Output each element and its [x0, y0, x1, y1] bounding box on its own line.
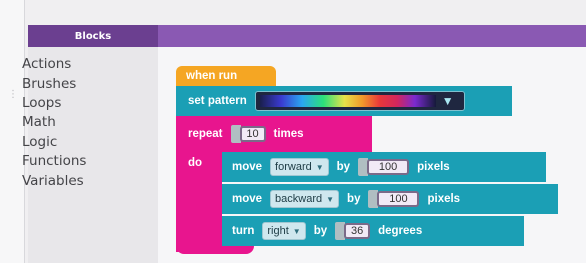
- direction-value: backward: [275, 193, 323, 205]
- rainbow-pattern-swatch: [259, 95, 436, 107]
- unit-label: pixels: [417, 161, 450, 173]
- category-functions[interactable]: Functions: [22, 153, 86, 169]
- set-pattern-label: set pattern: [188, 95, 247, 107]
- turn-direction-dropdown[interactable]: right ▼: [262, 222, 306, 240]
- move-label: move: [232, 193, 263, 205]
- chevron-down-icon: ▼: [326, 194, 335, 204]
- do-label: do: [188, 157, 203, 169]
- toolbox-header: Blocks: [28, 25, 158, 47]
- when-run-label: when run: [186, 70, 238, 82]
- repeat-block[interactable]: repeat 10 times: [176, 116, 372, 152]
- move-label: move: [232, 161, 263, 173]
- turn-label: turn: [232, 225, 255, 237]
- by-label: by: [347, 193, 361, 205]
- pattern-picker[interactable]: ▼: [254, 91, 465, 111]
- by-label: by: [336, 161, 351, 173]
- dropdown-arrow-icon: ▼: [441, 94, 454, 108]
- times-label: times: [273, 128, 304, 140]
- category-math[interactable]: Math: [22, 114, 56, 130]
- direction-value: forward: [275, 161, 312, 173]
- move-forward-block[interactable]: move forward ▼ by 100 pixels: [222, 152, 546, 182]
- set-pattern-block[interactable]: set pattern ▼: [176, 86, 512, 116]
- turn-block[interactable]: turn right ▼ by 36 degrees: [222, 216, 524, 246]
- chevron-down-icon: ▼: [315, 162, 324, 172]
- direction-value: right: [267, 225, 289, 237]
- unit-label: pixels: [427, 193, 461, 205]
- turn-angle-input[interactable]: 36: [344, 223, 371, 239]
- move-backward-block[interactable]: move backward ▼ by 100 pixels: [222, 184, 558, 214]
- resize-grip[interactable]: ⋮: [8, 90, 18, 112]
- direction-dropdown[interactable]: forward ▼: [270, 158, 329, 176]
- repeat-count-input[interactable]: 10: [239, 126, 266, 142]
- move-distance-input[interactable]: 100: [367, 159, 410, 175]
- when-run-block[interactable]: when run: [176, 66, 276, 86]
- category-loops[interactable]: Loops: [22, 95, 61, 111]
- unit-label: degrees: [378, 225, 423, 237]
- repeat-label: repeat: [188, 128, 223, 140]
- category-brushes[interactable]: Brushes: [22, 76, 76, 92]
- category-logic[interactable]: Logic: [22, 134, 57, 150]
- by-label: by: [313, 225, 328, 237]
- chevron-down-icon: ▼: [292, 226, 301, 236]
- category-actions[interactable]: Actions: [22, 56, 71, 72]
- category-variables[interactable]: Variables: [22, 173, 84, 189]
- direction-dropdown[interactable]: backward ▼: [270, 190, 340, 208]
- move-distance-input[interactable]: 100: [377, 191, 420, 207]
- workspace-header: [158, 25, 586, 47]
